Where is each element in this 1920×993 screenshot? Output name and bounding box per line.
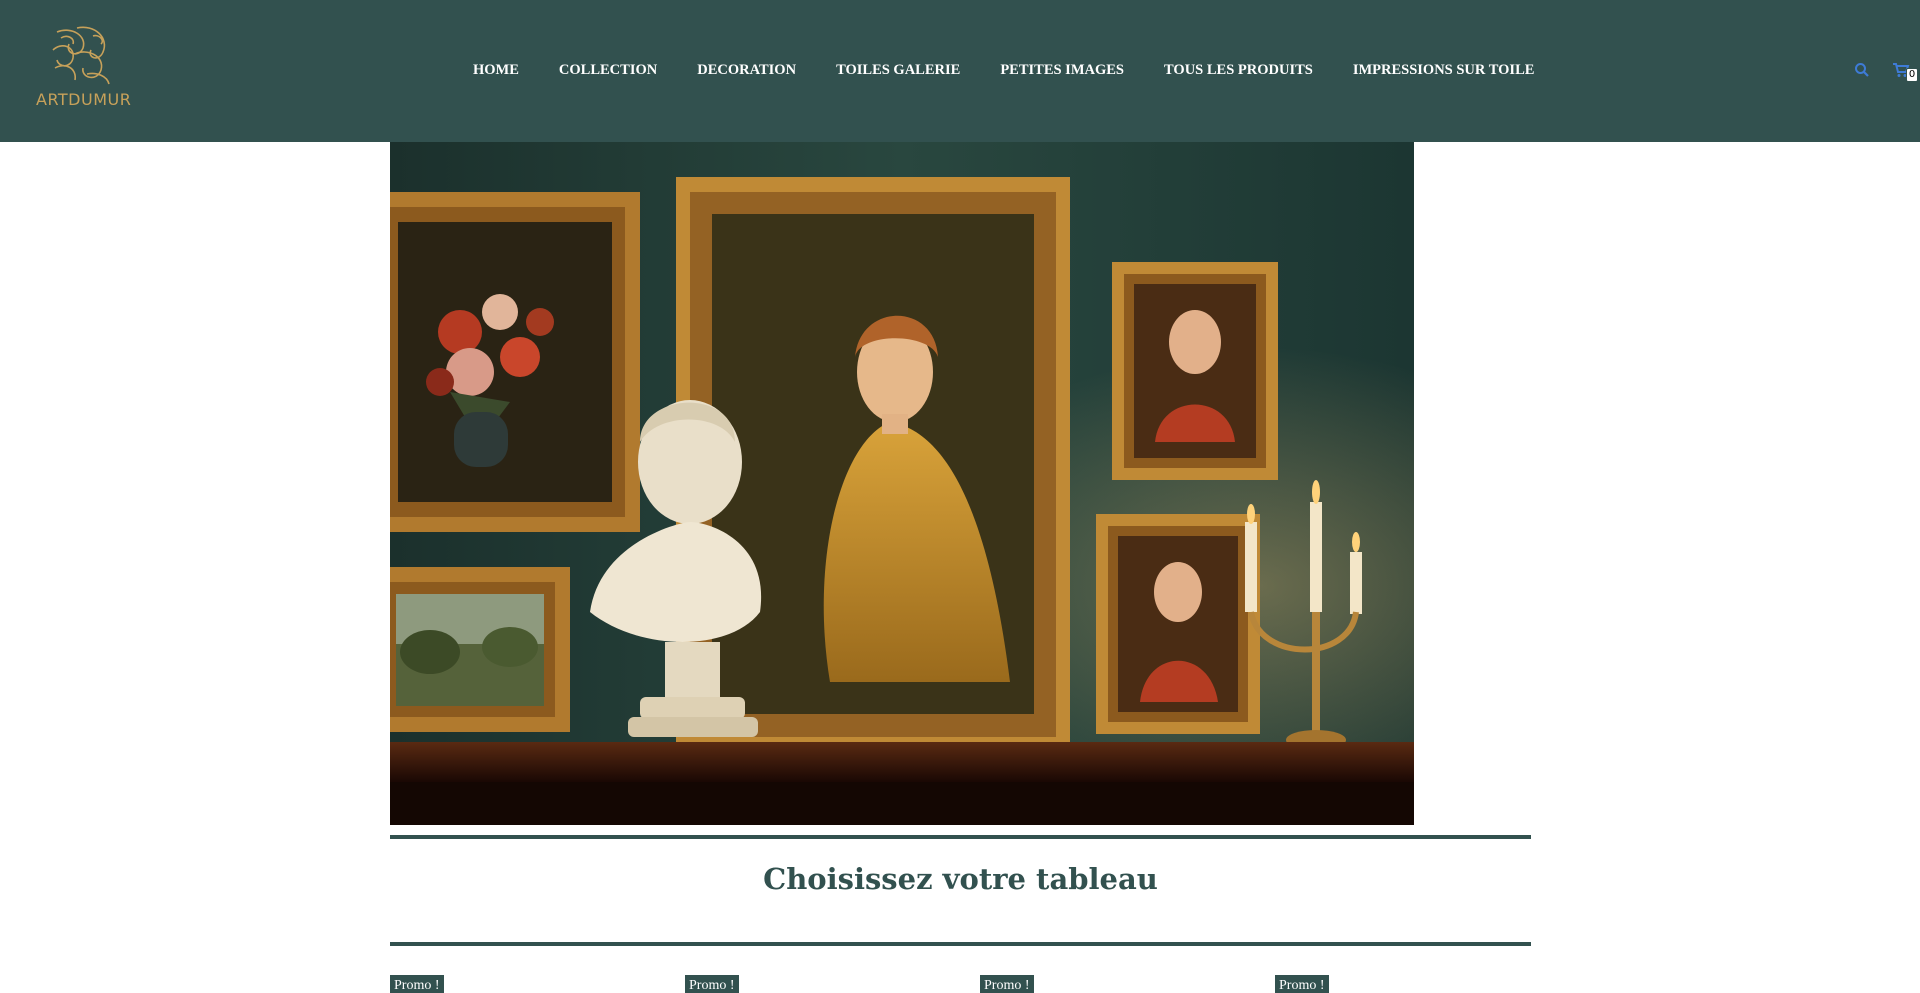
nav-item-toiles-galerie[interactable]: TOILES GALERIE [816, 58, 980, 84]
header-actions: 0 [1854, 62, 1918, 82]
site-header: ARTDUMUR HOME COLLECTION DECORATION TOIL… [0, 0, 1920, 142]
nav-item-tous-les-produits[interactable]: TOUS LES PRODUITS [1144, 58, 1333, 84]
swirl-logo-icon [52, 26, 110, 85]
brand-name: ARTDUMUR [36, 90, 132, 109]
promo-badge: Promo ! [390, 975, 444, 993]
nav-item-collection[interactable]: COLLECTION [539, 58, 677, 84]
cart-count-badge: 0 [1906, 68, 1918, 82]
nav-item-home[interactable]: HOME [453, 58, 539, 84]
promo-badge: Promo ! [1275, 975, 1329, 993]
brand-logo[interactable]: ARTDUMUR [36, 24, 132, 109]
cart-icon[interactable]: 0 [1892, 62, 1918, 82]
section-divider-bottom [390, 942, 1531, 946]
promo-badge: Promo ! [980, 975, 1034, 993]
nav-item-impressions-sur-toile[interactable]: IMPRESSIONS SUR TOILE [1333, 58, 1555, 84]
nav-item-petites-images[interactable]: PETITES IMAGES [980, 58, 1144, 84]
nav-item-decoration[interactable]: DECORATION [677, 58, 816, 84]
section-divider-top [390, 835, 1531, 839]
search-icon[interactable] [1854, 62, 1870, 82]
main-nav: HOME COLLECTION DECORATION TOILES GALERI… [453, 58, 1554, 84]
hero-image [390, 142, 1414, 825]
promo-badge: Promo ! [685, 975, 739, 993]
section-title: Choisissez votre tableau [763, 862, 1158, 896]
